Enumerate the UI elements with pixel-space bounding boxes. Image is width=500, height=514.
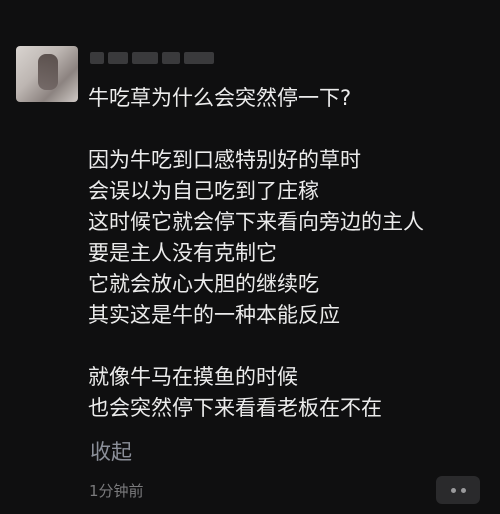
post-line: 它就会放心大胆的继续吃 (88, 272, 319, 296)
post-line: 其实这是牛的一种本能反应 (88, 303, 340, 327)
post-line: 要是主人没有克制它 (88, 241, 277, 265)
avatar-figure (38, 54, 58, 90)
post-line: 这时候它就会停下来看向旁边的主人 (88, 210, 424, 234)
timestamp: 1分钟前 (89, 482, 144, 500)
post-line: 也会突然停下来看看老板在不在 (88, 396, 382, 420)
collapse-link[interactable]: 收起 (90, 438, 132, 466)
more-button[interactable] (436, 476, 480, 504)
post-line: 因为牛吃到口感特别好的草时 (88, 148, 361, 172)
more-dots-icon (450, 487, 456, 493)
avatar[interactable] (16, 46, 78, 102)
post-line: 就像牛马在摸鱼的时候 (88, 365, 298, 389)
more-dots-icon (460, 487, 466, 493)
post-question: 牛吃草为什么会突然停一下? (88, 86, 352, 110)
post-content: 牛吃草为什么会突然停一下? 因为牛吃到口感特别好的草时 会误以为自己吃到了庄稼 … (88, 83, 488, 424)
post-line: 会误以为自己吃到了庄稼 (88, 179, 319, 203)
username-redacted[interactable] (90, 50, 220, 66)
